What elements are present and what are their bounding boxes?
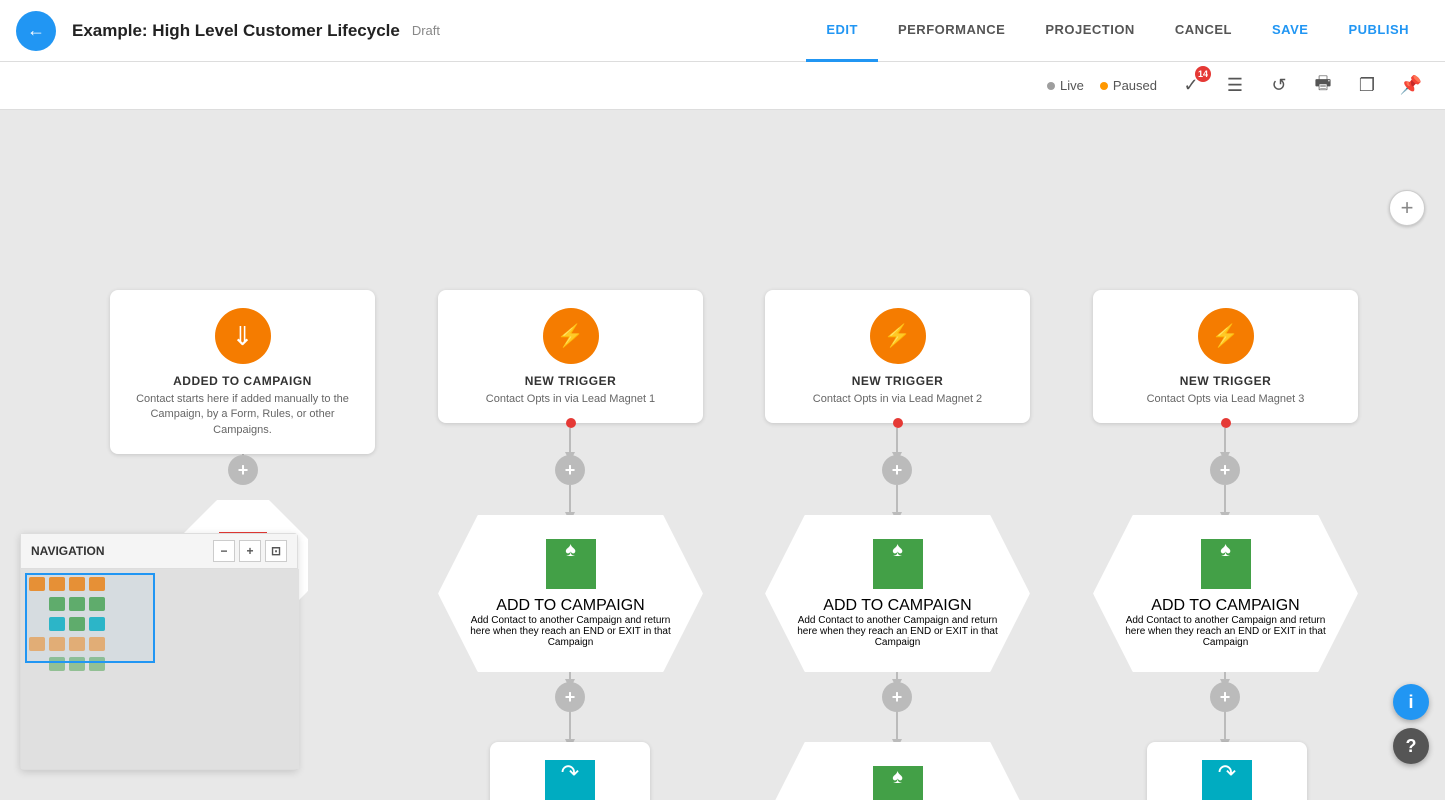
add-btn-col2-2[interactable]: + (555, 682, 585, 712)
trigger2-icon: ⚡ (870, 308, 926, 364)
add-campaign3-dot (1099, 654, 1109, 664)
trigger1-title: NEW TRIGGER (525, 374, 617, 388)
add-btn-col4-1[interactable]: + (1210, 455, 1240, 485)
trigger1-icon: ⚡ (543, 308, 599, 364)
secondbar: Live Paused ✓ 14 ☰ ↺ 🖶 ❐ 📌 (0, 62, 1445, 110)
info-button[interactable]: i (1393, 684, 1429, 720)
cancel-button[interactable]: CANCEL (1155, 0, 1252, 62)
nav-panel-header: NAVIGATION − + ⊡ (21, 534, 297, 569)
print-button[interactable]: 🖶 (1305, 68, 1341, 104)
add-campaign2-title: ADD TO CAMPAIGN (823, 597, 971, 615)
added-campaign-title: ADDED TO CAMPAIGN (173, 374, 312, 388)
share-button[interactable]: ❐ (1349, 68, 1385, 104)
add-btn-col2-1[interactable]: + (555, 455, 585, 485)
nav-projection[interactable]: PROJECTION (1025, 0, 1155, 62)
messages-button[interactable]: ☰ (1217, 68, 1253, 104)
trigger1-node[interactable]: ⚡ NEW TRIGGER Contact Opts in via Lead M… (438, 290, 703, 423)
save-button[interactable]: SAVE (1252, 0, 1328, 62)
page-title: Example: High Level Customer Lifecycle (72, 21, 400, 41)
top-nav: EDIT PERFORMANCE PROJECTION CANCEL SAVE … (806, 0, 1429, 62)
add-campaign3-node[interactable]: ♠ ADD TO CAMPAIGN Add Contact to another… (1093, 515, 1358, 672)
paused-indicator: Paused (1100, 78, 1157, 93)
goto1-node[interactable]: ↷ GO TO (490, 742, 650, 800)
trigger3-title: NEW TRIGGER (1180, 374, 1272, 388)
history-button[interactable]: ↺ (1261, 68, 1297, 104)
add-btn-col3-1[interactable]: + (882, 455, 912, 485)
trigger2-status-dot (893, 418, 903, 428)
trigger2-title: NEW TRIGGER (852, 374, 944, 388)
minimap-viewport[interactable] (25, 573, 155, 663)
trigger1-desc: Contact Opts in via Lead Magnet 1 (486, 392, 655, 407)
workflow-canvas: ⇓ ADDED TO CAMPAIGN Contact starts here … (0, 110, 1445, 800)
minimap[interactable] (21, 569, 299, 769)
pin-button[interactable]: 📌 (1393, 68, 1429, 104)
topbar: ← Example: High Level Customer Lifecycle… (0, 0, 1445, 62)
trigger2-desc: Contact Opts in via Lead Magnet 2 (813, 392, 982, 407)
help-button[interactable]: ? (1393, 728, 1429, 764)
trigger3-icon: ⚡ (1198, 308, 1254, 364)
added-to-campaign-node[interactable]: ⇓ ADDED TO CAMPAIGN Contact starts here … (110, 290, 375, 454)
add-campaign1-dot (444, 654, 454, 664)
add-campaign1-desc: Add Contact to another Campaign and retu… (466, 615, 675, 648)
paused-label: Paused (1113, 78, 1157, 93)
trigger2-node[interactable]: ⚡ NEW TRIGGER Contact Opts in via Lead M… (765, 290, 1030, 423)
back-button[interactable]: ← (16, 11, 56, 51)
tasks-badge: 14 (1195, 66, 1211, 82)
zoom-in-button[interactable]: + (239, 540, 261, 562)
zoom-out-button[interactable]: − (213, 540, 235, 562)
nav-performance[interactable]: PERFORMANCE (878, 0, 1025, 62)
add-campaign1-title: ADD TO CAMPAIGN (496, 597, 644, 615)
live-label: Live (1060, 78, 1084, 93)
fit-button[interactable]: ⊡ (265, 540, 287, 562)
paused-dot (1100, 82, 1108, 90)
trigger1-status-dot (566, 418, 576, 428)
live-indicator: Live (1047, 78, 1084, 93)
trigger3-status-dot (1221, 418, 1231, 428)
add-campaign2-node[interactable]: ♠ ADD TO CAMPAIGN Add Contact to another… (765, 515, 1030, 672)
goto2-node[interactable]: ↷ GO TO (1147, 742, 1307, 800)
navigation-panel: NAVIGATION − + ⊡ (20, 533, 298, 770)
added-campaign-desc: Contact starts here if added manually to… (126, 392, 359, 438)
trigger3-node[interactable]: ⚡ NEW TRIGGER Contact Opts via Lead Magn… (1093, 290, 1358, 423)
add-campaign4-node[interactable]: ♠ ADD TO CAMPAIGN Add Contact to another… (765, 742, 1030, 800)
publish-button[interactable]: PUBLISH (1328, 0, 1429, 62)
nav-panel-title: NAVIGATION (31, 544, 105, 558)
add-campaign3-title: ADD TO CAMPAIGN (1151, 597, 1299, 615)
add-campaign3-desc: Add Contact to another Campaign and retu… (1121, 615, 1330, 648)
add-btn-col4-2[interactable]: + (1210, 682, 1240, 712)
tasks-button[interactable]: ✓ 14 (1173, 68, 1209, 104)
nav-edit[interactable]: EDIT (806, 0, 878, 62)
add-campaign1-node[interactable]: ♠ ADD TO CAMPAIGN Add Contact to another… (438, 515, 703, 672)
add-btn-col3-2[interactable]: + (882, 682, 912, 712)
added-campaign-icon: ⇓ (215, 308, 271, 364)
add-campaign2-dot (771, 654, 781, 664)
trigger3-desc: Contact Opts via Lead Magnet 3 (1147, 392, 1305, 407)
canvas-add-button[interactable]: + (1389, 190, 1425, 226)
add-btn-col1-1[interactable]: + (228, 455, 258, 485)
nav-controls: − + ⊡ (213, 540, 287, 562)
live-dot (1047, 82, 1055, 90)
draft-status: Draft (412, 23, 440, 38)
add-campaign2-desc: Add Contact to another Campaign and retu… (793, 615, 1002, 648)
